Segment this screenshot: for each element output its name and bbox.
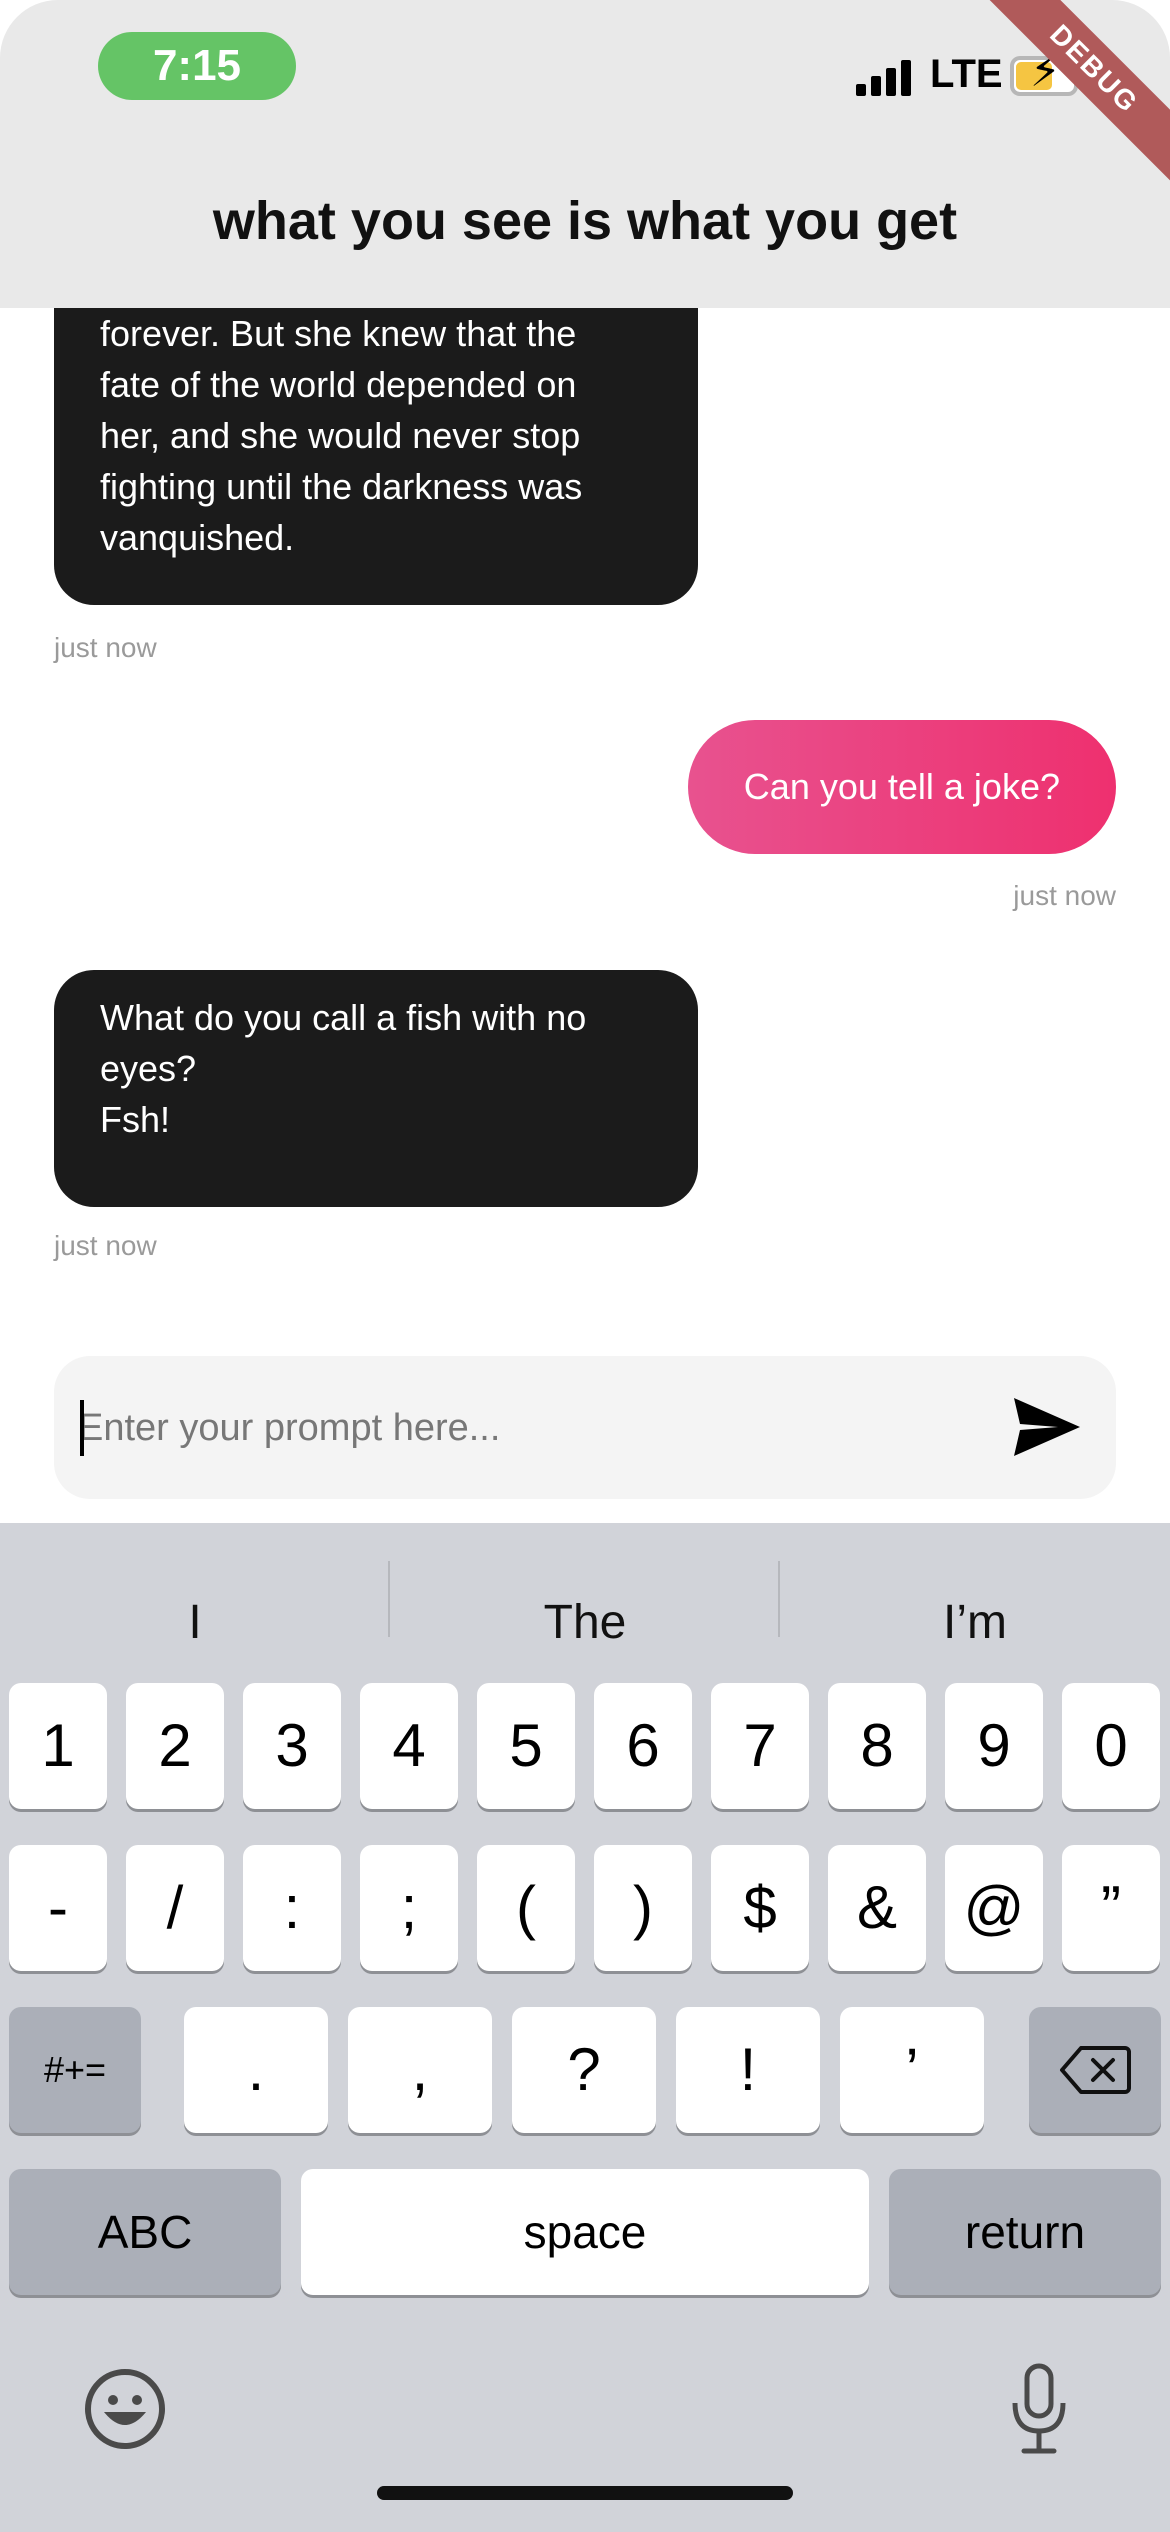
key-dollar[interactable]: $ — [711, 1845, 809, 1971]
key-5[interactable]: 5 — [477, 1683, 575, 1809]
message-line: What do you call a fish with no — [100, 997, 587, 1038]
message-line: her, and she would never stop — [100, 415, 581, 456]
key-apostrophe[interactable]: ’ — [840, 2007, 984, 2133]
backspace-icon — [1060, 2046, 1131, 2094]
key-period[interactable]: . — [184, 2007, 328, 2133]
key-at[interactable]: @ — [945, 1845, 1043, 1971]
key-3[interactable]: 3 — [243, 1683, 341, 1809]
key-8[interactable]: 8 — [828, 1683, 926, 1809]
message-line: vanquished. — [100, 517, 295, 558]
key-ampersand[interactable]: & — [828, 1845, 926, 1971]
key-colon[interactable]: : — [243, 1845, 341, 1971]
key-2[interactable]: 2 — [126, 1683, 224, 1809]
prompt-input-container[interactable] — [54, 1356, 1116, 1499]
send-icon[interactable] — [1012, 1394, 1082, 1460]
network-type: LTE — [930, 52, 1003, 96]
suggestion-2[interactable]: The — [390, 1563, 780, 1683]
key-open-paren[interactable]: ( — [477, 1845, 575, 1971]
key-semicolon[interactable]: ; — [360, 1845, 458, 1971]
chat-list[interactable]: forever. But she knew that the fate of t… — [0, 308, 1170, 1358]
home-indicator[interactable] — [377, 2486, 793, 2500]
message-line: Fsh! — [100, 1099, 171, 1140]
emoji-icon[interactable] — [84, 2368, 166, 2450]
message-line: eyes? — [100, 1048, 197, 1089]
system-keyboard: I The I’m 1 2 3 4 5 6 7 8 9 0 - / : ; ( … — [0, 1523, 1170, 2532]
key-abc[interactable]: ABC — [9, 2169, 281, 2295]
message-line: forever. But she knew that the — [100, 313, 577, 354]
key-return[interactable]: return — [889, 2169, 1161, 2295]
cellular-signal-icon — [856, 60, 916, 96]
key-0[interactable]: 0 — [1062, 1683, 1160, 1809]
message-line: fate of the world depended on — [100, 364, 577, 405]
app-header: 7:15 LTE ⚡ DEBUG what you see is what yo… — [0, 0, 1170, 308]
assistant-message-bubble: What do you call a fish with no eyes? Fs… — [54, 970, 698, 1207]
prompt-input[interactable] — [78, 1386, 978, 1470]
key-4[interactable]: 4 — [360, 1683, 458, 1809]
page-title: what you see is what you get — [212, 191, 958, 251]
key-slash[interactable]: / — [126, 1845, 224, 1971]
key-space[interactable]: space — [301, 2169, 869, 2295]
message-timestamp: just now — [1013, 880, 1116, 911]
key-9[interactable]: 9 — [945, 1683, 1043, 1809]
status-time: 7:15 — [98, 32, 296, 100]
key-exclamation[interactable]: ! — [676, 2007, 820, 2133]
message-timestamp: just now — [54, 632, 157, 663]
text-cursor — [80, 1400, 84, 1456]
key-question[interactable]: ? — [512, 2007, 656, 2133]
suggestion-1[interactable]: I — [0, 1563, 390, 1683]
key-1[interactable]: 1 — [9, 1683, 107, 1809]
key-more-symbols[interactable]: #+= — [9, 2007, 141, 2133]
key-comma[interactable]: , — [348, 2007, 492, 2133]
message-line: fighting until the darkness was — [100, 466, 583, 507]
suggestion-3[interactable]: I’m — [780, 1563, 1170, 1683]
key-6[interactable]: 6 — [594, 1683, 692, 1809]
key-7[interactable]: 7 — [711, 1683, 809, 1809]
message-timestamp: just now — [54, 1230, 157, 1261]
microphone-icon[interactable] — [1008, 2363, 1070, 2455]
assistant-message-bubble: forever. But she knew that the fate of t… — [54, 308, 698, 605]
user-message-bubble: Can you tell a joke? — [687, 720, 1116, 854]
key-delete[interactable] — [1029, 2007, 1161, 2133]
key-close-paren[interactable]: ) — [594, 1845, 692, 1971]
key-hyphen[interactable]: - — [9, 1845, 107, 1971]
key-quote[interactable]: ” — [1062, 1845, 1160, 1971]
